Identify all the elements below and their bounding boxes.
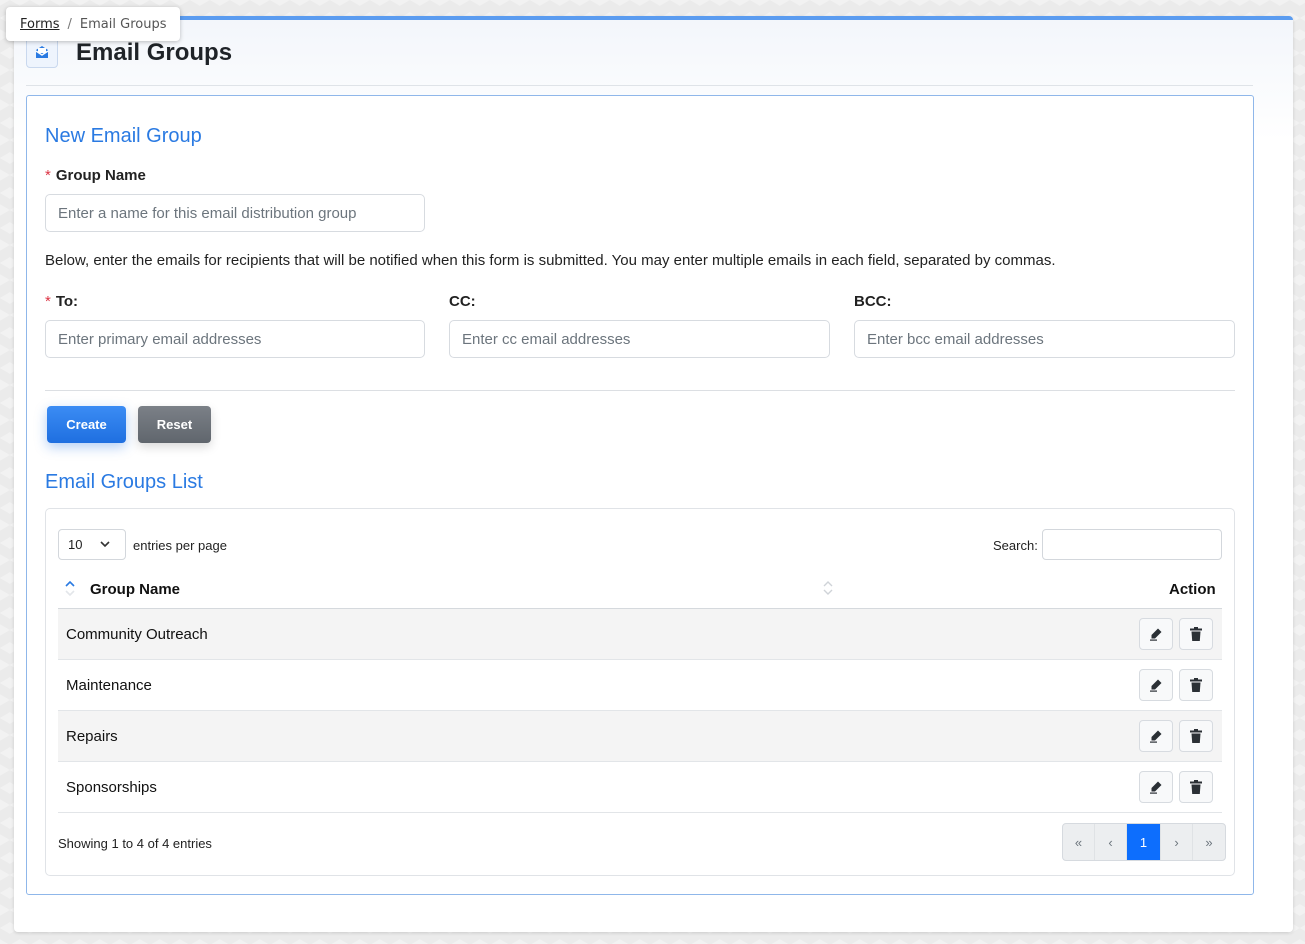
- cc-label: CC:: [449, 293, 476, 310]
- edit-icon: [1150, 628, 1162, 641]
- reset-button[interactable]: Reset: [138, 406, 211, 443]
- sort-ascending-icon[interactable]: [64, 579, 76, 597]
- breadcrumb-separator: /: [67, 16, 72, 32]
- delete-button[interactable]: [1179, 720, 1213, 752]
- row-group-name: Repairs: [66, 727, 118, 745]
- to-placeholder: Enter primary email addresses: [58, 330, 262, 348]
- search-input[interactable]: [1042, 529, 1222, 560]
- breadcrumb-current: Email Groups: [79, 16, 167, 32]
- sort-both-icon[interactable]: [822, 579, 834, 597]
- edit-button[interactable]: [1139, 669, 1173, 701]
- table-row: Sponsorships: [58, 762, 1222, 813]
- row-group-name: Sponsorships: [66, 778, 157, 796]
- pagination-last[interactable]: »: [1193, 824, 1225, 860]
- table-row: Community Outreach: [58, 609, 1222, 660]
- breadcrumb-forms-link[interactable]: Forms: [20, 17, 60, 32]
- trash-icon: [1190, 627, 1202, 641]
- trash-icon: [1190, 678, 1202, 692]
- chevron-down-icon: [100, 541, 110, 548]
- email-group-card: New Email Group * Group Name Enter a name…: [26, 95, 1254, 895]
- new-group-title: New Email Group: [45, 125, 202, 147]
- row-group-name: Maintenance: [66, 676, 152, 694]
- pagination-next[interactable]: ›: [1161, 824, 1193, 860]
- group-name-label: * Group Name: [45, 167, 146, 184]
- page-length-select[interactable]: 10: [58, 529, 126, 560]
- edit-icon: [1150, 679, 1162, 692]
- table-info: Showing 1 to 4 of 4 entries: [58, 836, 212, 851]
- table-row: Maintenance: [58, 660, 1222, 711]
- delete-button[interactable]: [1179, 771, 1213, 803]
- bcc-label: BCC:: [854, 293, 892, 310]
- help-text: Below, enter the emails for recipients t…: [45, 252, 1056, 269]
- email-groups-table-card: 10 entries per page Search: Group Name A…: [45, 508, 1235, 876]
- table-row: Repairs: [58, 711, 1222, 762]
- edit-icon: [1150, 781, 1162, 794]
- entries-label: entries per page: [133, 538, 227, 553]
- trash-icon: [1190, 780, 1202, 794]
- pagination-first[interactable]: «: [1063, 824, 1095, 860]
- delete-button[interactable]: [1179, 618, 1213, 650]
- to-label: * To:: [45, 293, 79, 310]
- create-button[interactable]: Create: [47, 406, 126, 443]
- edit-button[interactable]: [1139, 771, 1173, 803]
- bcc-placeholder: Enter bcc email addresses: [867, 330, 1044, 348]
- column-action: Action: [1169, 581, 1216, 598]
- search-label: Search:: [993, 538, 1038, 553]
- pagination-previous[interactable]: ‹: [1095, 824, 1127, 860]
- pagination: « ‹ 1 › »: [1062, 823, 1226, 861]
- edit-icon: [1150, 730, 1162, 743]
- page-header: Email Groups: [26, 36, 1253, 86]
- list-title: Email Groups List: [45, 471, 203, 493]
- edit-button[interactable]: [1139, 618, 1173, 650]
- delete-button[interactable]: [1179, 669, 1213, 701]
- required-marker: *: [45, 167, 51, 184]
- bcc-input[interactable]: Enter bcc email addresses: [854, 320, 1235, 358]
- row-group-name: Community Outreach: [66, 625, 208, 643]
- form-divider: [45, 390, 1235, 391]
- group-name-input[interactable]: Enter a name for this email distribution…: [45, 194, 425, 232]
- required-marker: *: [45, 293, 51, 310]
- column-group-name[interactable]: Group Name: [90, 581, 180, 598]
- page-length-value: 10: [68, 537, 83, 552]
- to-input[interactable]: Enter primary email addresses: [45, 320, 425, 358]
- cc-input[interactable]: Enter cc email addresses: [449, 320, 830, 358]
- page-title: Email Groups: [76, 39, 233, 66]
- pagination-page-1[interactable]: 1: [1127, 824, 1161, 860]
- group-name-placeholder: Enter a name for this email distribution…: [58, 204, 357, 222]
- breadcrumb: Forms / Email Groups: [6, 7, 181, 41]
- edit-button[interactable]: [1139, 720, 1173, 752]
- cc-placeholder: Enter cc email addresses: [462, 330, 631, 348]
- trash-icon: [1190, 729, 1202, 743]
